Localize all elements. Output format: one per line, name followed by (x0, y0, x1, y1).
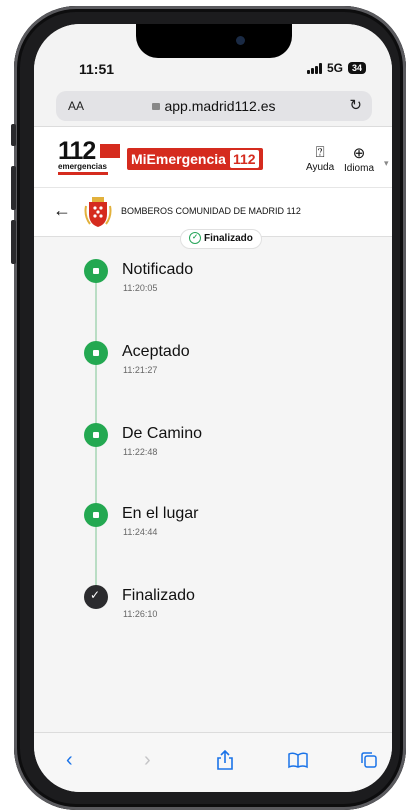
signal-icon (306, 62, 322, 74)
timeline-step: En el lugar 11:24:44 (34, 503, 392, 563)
back-icon[interactable]: ‹ (66, 749, 73, 772)
app-header: 112 emergencias MiEmergencia 112 ⍰ Ayuda… (34, 127, 392, 188)
step-time: 11:24:44 (123, 527, 158, 537)
status-timeline: ✓ Finalizado Notificado 11:20:05 Aceptado… (34, 229, 392, 733)
timeline-step: Notificado 11:20:05 (34, 259, 392, 319)
phone-screen: 11:51 5G 34 AA app.madrid112.es ↻ 112 em… (34, 24, 392, 792)
status-badge-label: Finalizado (204, 233, 253, 244)
emergencias-112-logo: 112 emergencias (58, 137, 122, 175)
mute-switch (11, 124, 16, 146)
front-camera (236, 36, 245, 45)
step-time: 11:20:05 (123, 283, 158, 293)
step-time: 11:21:27 (123, 365, 158, 375)
language-label: Idioma (344, 163, 375, 174)
lock-icon (152, 103, 161, 110)
madrid-flag-icon (100, 144, 120, 158)
miemergencia-logo: MiEmergencia 112 (127, 148, 263, 170)
step-label: Notificado (122, 261, 194, 278)
url-field[interactable]: AA app.madrid112.es ↻ (56, 91, 372, 121)
browser-toolbar: ‹ › (34, 732, 392, 792)
globe-icon: ⊕ (352, 145, 366, 162)
bomberos-crest-icon (84, 197, 112, 227)
chevron-down-icon[interactable]: ▾ (384, 158, 389, 169)
step-time: 11:22:48 (123, 447, 158, 457)
battery-icon: 34 (347, 62, 366, 74)
step-label: En el lugar (122, 505, 199, 522)
share-icon[interactable] (216, 749, 234, 771)
step-label: Aceptado (122, 343, 190, 360)
checkmark-icon: ✓ (84, 585, 108, 609)
back-arrow-icon[interactable]: ← (53, 200, 71, 221)
help-label: Ayuda (306, 162, 335, 173)
status-badge: ✓ Finalizado (180, 229, 262, 249)
logo-stripe (58, 172, 108, 175)
url-text: app.madrid112.es (164, 98, 276, 114)
timeline-step-final: ✓ Finalizado 11:26:10 (34, 585, 392, 645)
step-label: Finalizado (122, 587, 195, 604)
tabs-icon[interactable] (360, 751, 378, 769)
network-label: 5G (326, 61, 343, 75)
step-dot-icon (84, 503, 108, 527)
browser-address-bar: AA app.madrid112.es ↻ (34, 86, 392, 127)
brand-name: MiEmergencia (131, 151, 226, 167)
reload-icon[interactable]: ↻ (349, 96, 362, 114)
url-text-wrap: app.madrid112.es (56, 98, 372, 114)
volume-up-button (11, 166, 16, 210)
status-indicators: 5G 34 (306, 61, 366, 75)
step-dot-icon (84, 259, 108, 283)
notch (136, 24, 292, 58)
forward-icon[interactable]: › (144, 749, 151, 772)
service-name: BOMBEROS COMUNIDAD DE MADRID 112 (121, 206, 301, 216)
bookmarks-icon[interactable] (287, 751, 309, 769)
timeline-step: Aceptado 11:21:27 (34, 341, 392, 401)
timeline-step: De Camino 11:22:48 (34, 423, 392, 483)
volume-down-button (11, 220, 16, 264)
status-time: 11:51 (79, 61, 115, 77)
help-button[interactable]: ⍰ Ayuda (306, 144, 334, 173)
help-icon: ⍰ (315, 144, 325, 161)
step-dot-icon (84, 341, 108, 365)
step-label: De Camino (122, 425, 203, 442)
brand-number: 112 (229, 150, 259, 168)
language-button[interactable]: ⊕ Idioma (344, 144, 374, 174)
logo-text: emergencias (58, 162, 107, 171)
step-dot-icon (84, 423, 108, 447)
step-time: 11:26:10 (123, 609, 158, 619)
check-circle-icon: ✓ (189, 232, 201, 245)
